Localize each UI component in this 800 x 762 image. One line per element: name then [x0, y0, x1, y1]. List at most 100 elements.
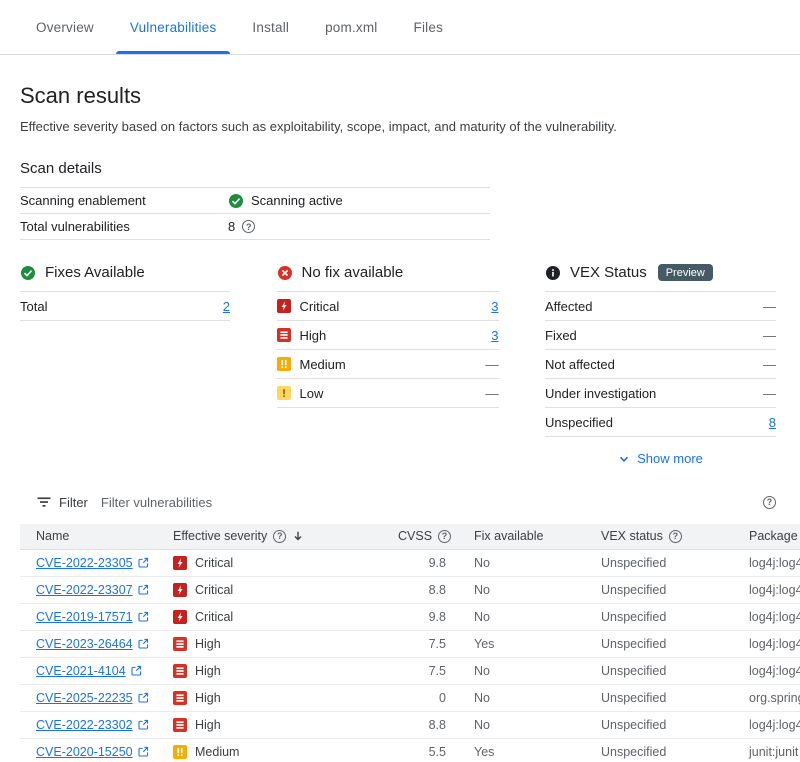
high-severity-icon: [277, 328, 291, 342]
empty-value: —: [763, 386, 776, 401]
column-header-pkg[interactable]: Package: [749, 524, 800, 549]
vex-status-cell: Unspecified: [601, 549, 749, 576]
help-icon[interactable]: [242, 220, 255, 233]
severity-row-label: Critical: [277, 299, 340, 314]
cve-link[interactable]: CVE-2022-23305: [36, 556, 149, 570]
scan-details-table: Scanning enablement Scanning active Tota…: [20, 187, 490, 240]
count-link[interactable]: 2: [223, 299, 230, 314]
filter-button[interactable]: Filter: [36, 494, 88, 510]
critical-severity-icon: [277, 299, 291, 313]
cvss-cell: 7.5: [398, 657, 474, 684]
tab-overview[interactable]: Overview: [18, 0, 112, 54]
card-row: Total 2: [20, 291, 230, 320]
medium-severity-icon: [277, 357, 291, 371]
fix-available-cell: Yes: [474, 738, 601, 762]
fix-available-cell: No: [474, 684, 601, 711]
external-link-icon: [138, 638, 149, 649]
external-link-icon: [138, 584, 149, 595]
column-header-label: Name: [36, 529, 69, 543]
table-row: CVE-2019-17571Critical9.8NoUnspecifiedlo…: [20, 603, 800, 630]
cve-link[interactable]: CVE-2025-22235: [36, 691, 149, 705]
critical-severity-icon: [173, 610, 187, 624]
package-cell: log4j:log4j: [749, 549, 800, 576]
count-link[interactable]: 8: [769, 415, 776, 430]
cve-link[interactable]: CVE-2019-17571: [36, 610, 149, 624]
filter-label: Filter: [59, 495, 88, 510]
help-icon[interactable]: [763, 496, 776, 509]
severity-name: High: [195, 664, 221, 678]
help-icon[interactable]: [438, 530, 451, 543]
package-cell: junit:junit: [749, 738, 800, 762]
column-header-vex[interactable]: VEX status: [601, 524, 749, 549]
high-severity-icon: [173, 691, 187, 705]
help-icon[interactable]: [273, 530, 286, 543]
column-header-content: VEX status: [601, 529, 682, 543]
tab-bar: OverviewVulnerabilitiesInstallpom.xmlFil…: [0, 0, 800, 55]
external-link-icon: [138, 611, 149, 622]
low-severity-icon: [277, 386, 291, 400]
card-title: No fix available: [302, 264, 404, 281]
card-row: Not affected—: [545, 349, 776, 378]
column-header-sev[interactable]: Effective severity: [173, 524, 398, 549]
cvss-cell: 8.8: [398, 711, 474, 738]
name-cell: CVE-2020-15250: [20, 738, 173, 762]
scan-status-text: Scanning active: [251, 193, 343, 208]
column-header-content: Name: [36, 529, 69, 543]
count-link[interactable]: 3: [491, 299, 498, 314]
severity-content: Critical: [173, 556, 398, 570]
tab-vulnerabilities[interactable]: Vulnerabilities: [112, 0, 235, 54]
vex-status-cell: Unspecified: [601, 711, 749, 738]
column-header-label: Effective severity: [173, 529, 267, 543]
row-label: Total: [20, 299, 47, 314]
severity-name: Critical: [195, 556, 233, 570]
empty-value: —: [486, 357, 499, 372]
name-cell: CVE-2025-22235: [20, 684, 173, 711]
package-cell: log4j:log4j: [749, 711, 800, 738]
cvss-cell: 8.8: [398, 576, 474, 603]
empty-value: —: [763, 328, 776, 343]
fix-available-cell: No: [474, 549, 601, 576]
cvss-cell: 9.8: [398, 549, 474, 576]
name-cell: CVE-2022-23302: [20, 711, 173, 738]
tab-install[interactable]: Install: [234, 0, 307, 54]
tab-pom-xml[interactable]: pom.xml: [307, 0, 395, 54]
fix-available-cell: No: [474, 603, 601, 630]
severity-row-label: Medium: [277, 357, 346, 372]
count-link[interactable]: 3: [491, 328, 498, 343]
cvss-cell: 5.5: [398, 738, 474, 762]
vex-status-cell: Unspecified: [601, 603, 749, 630]
show-more-button[interactable]: Show more: [545, 451, 776, 466]
vex-status-cell: Unspecified: [601, 684, 749, 711]
severity-name: Medium: [300, 357, 346, 372]
column-header-cvss[interactable]: CVSS: [398, 524, 474, 549]
help-icon[interactable]: [669, 530, 682, 543]
cvss-cell: 9.8: [398, 603, 474, 630]
column-header-fix[interactable]: Fix available: [474, 524, 601, 549]
cve-link[interactable]: CVE-2022-23302: [36, 718, 149, 732]
table-row: CVE-2021-4104High7.5NoUnspecifiedlog4j:l…: [20, 657, 800, 684]
severity-name: Low: [300, 386, 324, 401]
vex-status-cell: Unspecified: [601, 738, 749, 762]
external-link-icon: [138, 746, 149, 757]
cvss-cell: 0: [398, 684, 474, 711]
cve-link[interactable]: CVE-2021-4104: [36, 664, 142, 678]
severity-cell: High: [173, 711, 398, 738]
filter-input[interactable]: [101, 495, 763, 510]
cve-link[interactable]: CVE-2023-26464: [36, 637, 149, 651]
column-header-name[interactable]: Name: [20, 524, 173, 549]
severity-cell: Critical: [173, 603, 398, 630]
severity-name: High: [195, 637, 221, 651]
cve-link[interactable]: CVE-2020-15250: [36, 745, 149, 759]
critical-severity-icon: [173, 583, 187, 597]
sort-descending-icon[interactable]: [292, 530, 304, 542]
vex-row-label: Under investigation: [545, 386, 656, 401]
chevron-down-icon: [618, 453, 630, 465]
external-link-icon: [138, 557, 149, 568]
tab-files[interactable]: Files: [396, 0, 462, 54]
name-cell: CVE-2021-4104: [20, 657, 173, 684]
filter-icon: [36, 494, 52, 510]
preview-badge: Preview: [658, 264, 713, 281]
cve-link[interactable]: CVE-2022-23307: [36, 583, 149, 597]
severity-name: High: [195, 718, 221, 732]
severity-content: High: [173, 664, 398, 678]
